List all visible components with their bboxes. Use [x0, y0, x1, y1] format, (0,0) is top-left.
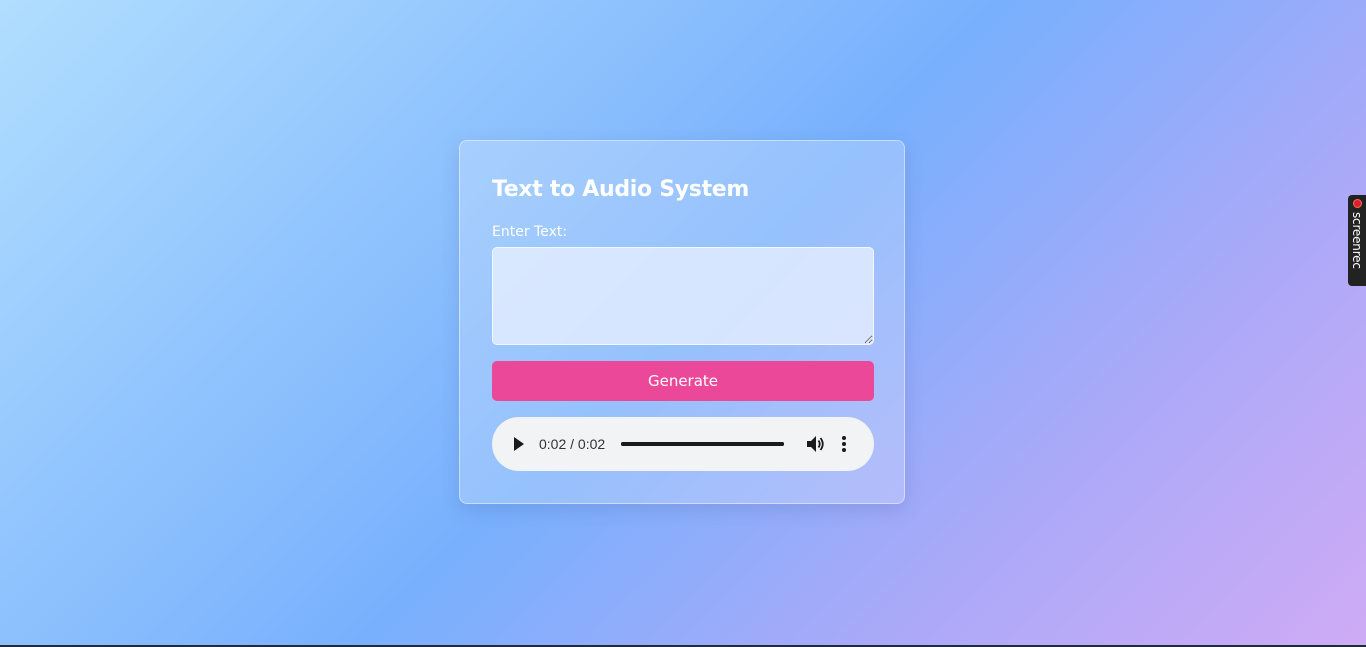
screenrec-tab[interactable]: screenrec [1348, 195, 1366, 286]
text-input[interactable] [492, 247, 874, 345]
generate-button[interactable]: Generate [492, 361, 874, 401]
more-vertical-icon[interactable] [839, 435, 849, 453]
audio-player: 0:02 / 0:02 [492, 417, 874, 471]
page-title: Text to Audio System [492, 177, 750, 202]
text-input-label: Enter Text: [492, 224, 568, 240]
tts-card: Text to Audio System Enter Text: Generat… [459, 140, 905, 504]
volume-icon[interactable] [807, 435, 825, 453]
progress-fill [621, 442, 785, 446]
progress-slider[interactable] [621, 442, 785, 446]
record-dot-icon [1352, 199, 1362, 208]
screenrec-label: screenrec [1350, 212, 1364, 269]
play-icon[interactable] [512, 437, 526, 451]
playback-time: 0:02 / 0:02 [539, 436, 606, 452]
